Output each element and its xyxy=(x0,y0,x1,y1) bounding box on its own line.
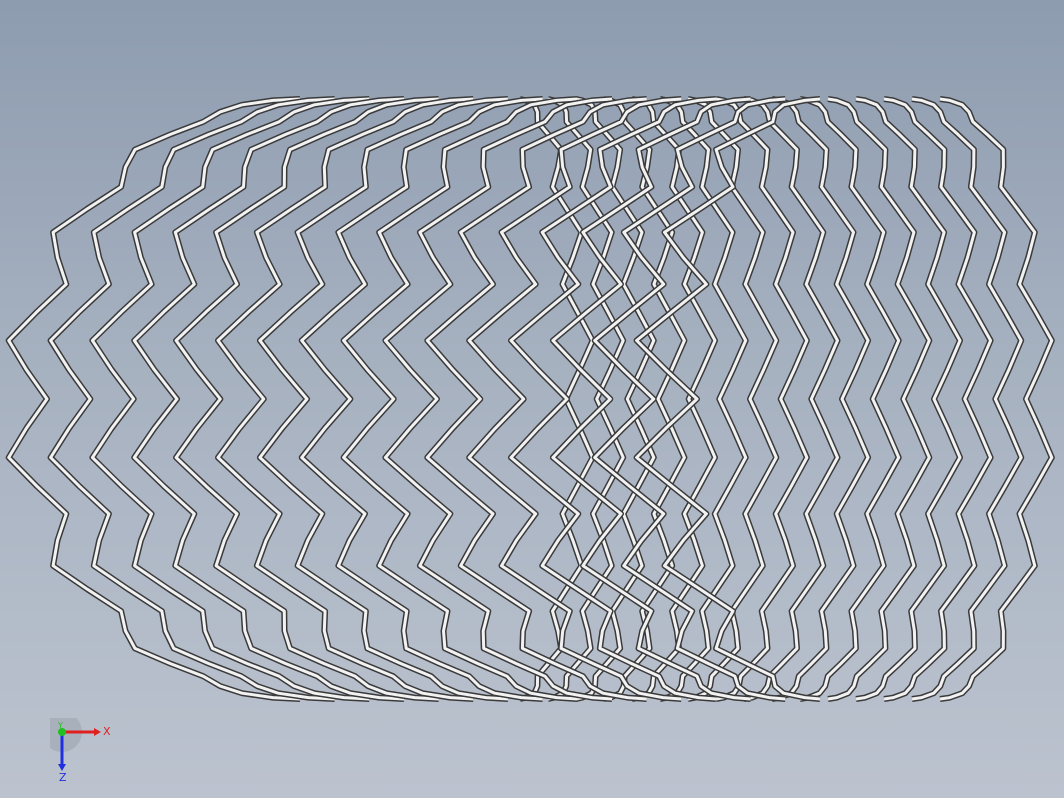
x-axis-arrowhead xyxy=(94,728,101,736)
stent-ring[interactable] xyxy=(549,96,994,702)
ring-wire-highlight xyxy=(258,97,509,701)
graphics-viewport[interactable]: X Y Z xyxy=(0,0,1064,798)
ring-wire-highlight xyxy=(90,97,370,701)
z-axis-label: Z xyxy=(59,771,67,784)
stent-ring[interactable] xyxy=(424,96,902,702)
view-orientation-triad: X Y Z xyxy=(50,718,111,784)
ring-wire-highlight xyxy=(342,97,578,701)
ring-wire-highlight xyxy=(300,97,543,701)
stent-model[interactable] xyxy=(0,0,1064,798)
z-axis-arrowhead xyxy=(58,764,66,771)
ring-wire-shadow xyxy=(256,96,509,702)
ring-wire-shadow xyxy=(298,96,543,702)
triad-shading xyxy=(50,718,82,752)
y-axis-label: Y xyxy=(57,721,63,730)
stent-ring[interactable] xyxy=(5,96,596,702)
x-axis-label: X xyxy=(103,725,111,738)
ring-wire-highlight xyxy=(383,97,613,701)
ring-wire-shadow xyxy=(340,96,578,702)
ring-wire-shadow xyxy=(47,96,335,702)
ring-wire-shadow xyxy=(382,96,613,702)
